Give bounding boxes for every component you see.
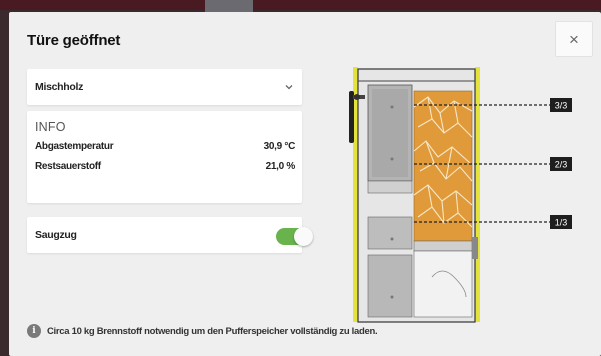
- info-row-residual-oxygen: Restsauerstoff 21,0 %: [35, 161, 295, 172]
- info-row-label: Restsauerstoff: [35, 161, 101, 172]
- footer-note: i Circa 10 kg Brennstoff notwendig um de…: [27, 324, 587, 338]
- level-label-3-3: 3/3: [555, 101, 568, 111]
- door-open-dialog: Türe geöffnet × Mischholz INFO Abgastemp…: [9, 12, 601, 356]
- level-label-2-3: 2/3: [555, 160, 568, 170]
- fuel-type-value: Mischholz: [35, 81, 84, 93]
- backdrop-top-bar: [0, 0, 601, 10]
- backdrop-accent: [205, 0, 253, 12]
- info-panel: INFO Abgastemperatur 30,9 °C Restsauerst…: [27, 111, 302, 203]
- footer-text: Circa 10 kg Brennstoff notwendig um den …: [47, 325, 378, 337]
- info-heading: INFO: [35, 120, 66, 134]
- draft-fan-setting: Saugzug: [27, 217, 313, 253]
- toggle-knob: [294, 227, 313, 246]
- level-label-1-3: 1/3: [555, 218, 568, 228]
- boiler-fill-diagram: 3/3 2/3 1/3: [349, 67, 572, 323]
- info-row-label: Abgastemperatur: [35, 141, 114, 152]
- info-row-value: 21,0 %: [265, 161, 296, 172]
- dialog-title: Türe geöffnet: [27, 32, 121, 49]
- info-icon: i: [27, 324, 41, 338]
- close-icon: ×: [569, 29, 579, 49]
- chevron-down-icon: [285, 85, 293, 90]
- draft-fan-toggle[interactable]: [276, 227, 313, 246]
- draft-fan-label: Saugzug: [35, 229, 77, 241]
- info-row-flue-temperature: Abgastemperatur 30,9 °C: [35, 141, 295, 152]
- close-button[interactable]: ×: [555, 21, 593, 57]
- info-row-value: 30,9 °C: [263, 141, 296, 152]
- fuel-type-select[interactable]: Mischholz: [27, 69, 302, 105]
